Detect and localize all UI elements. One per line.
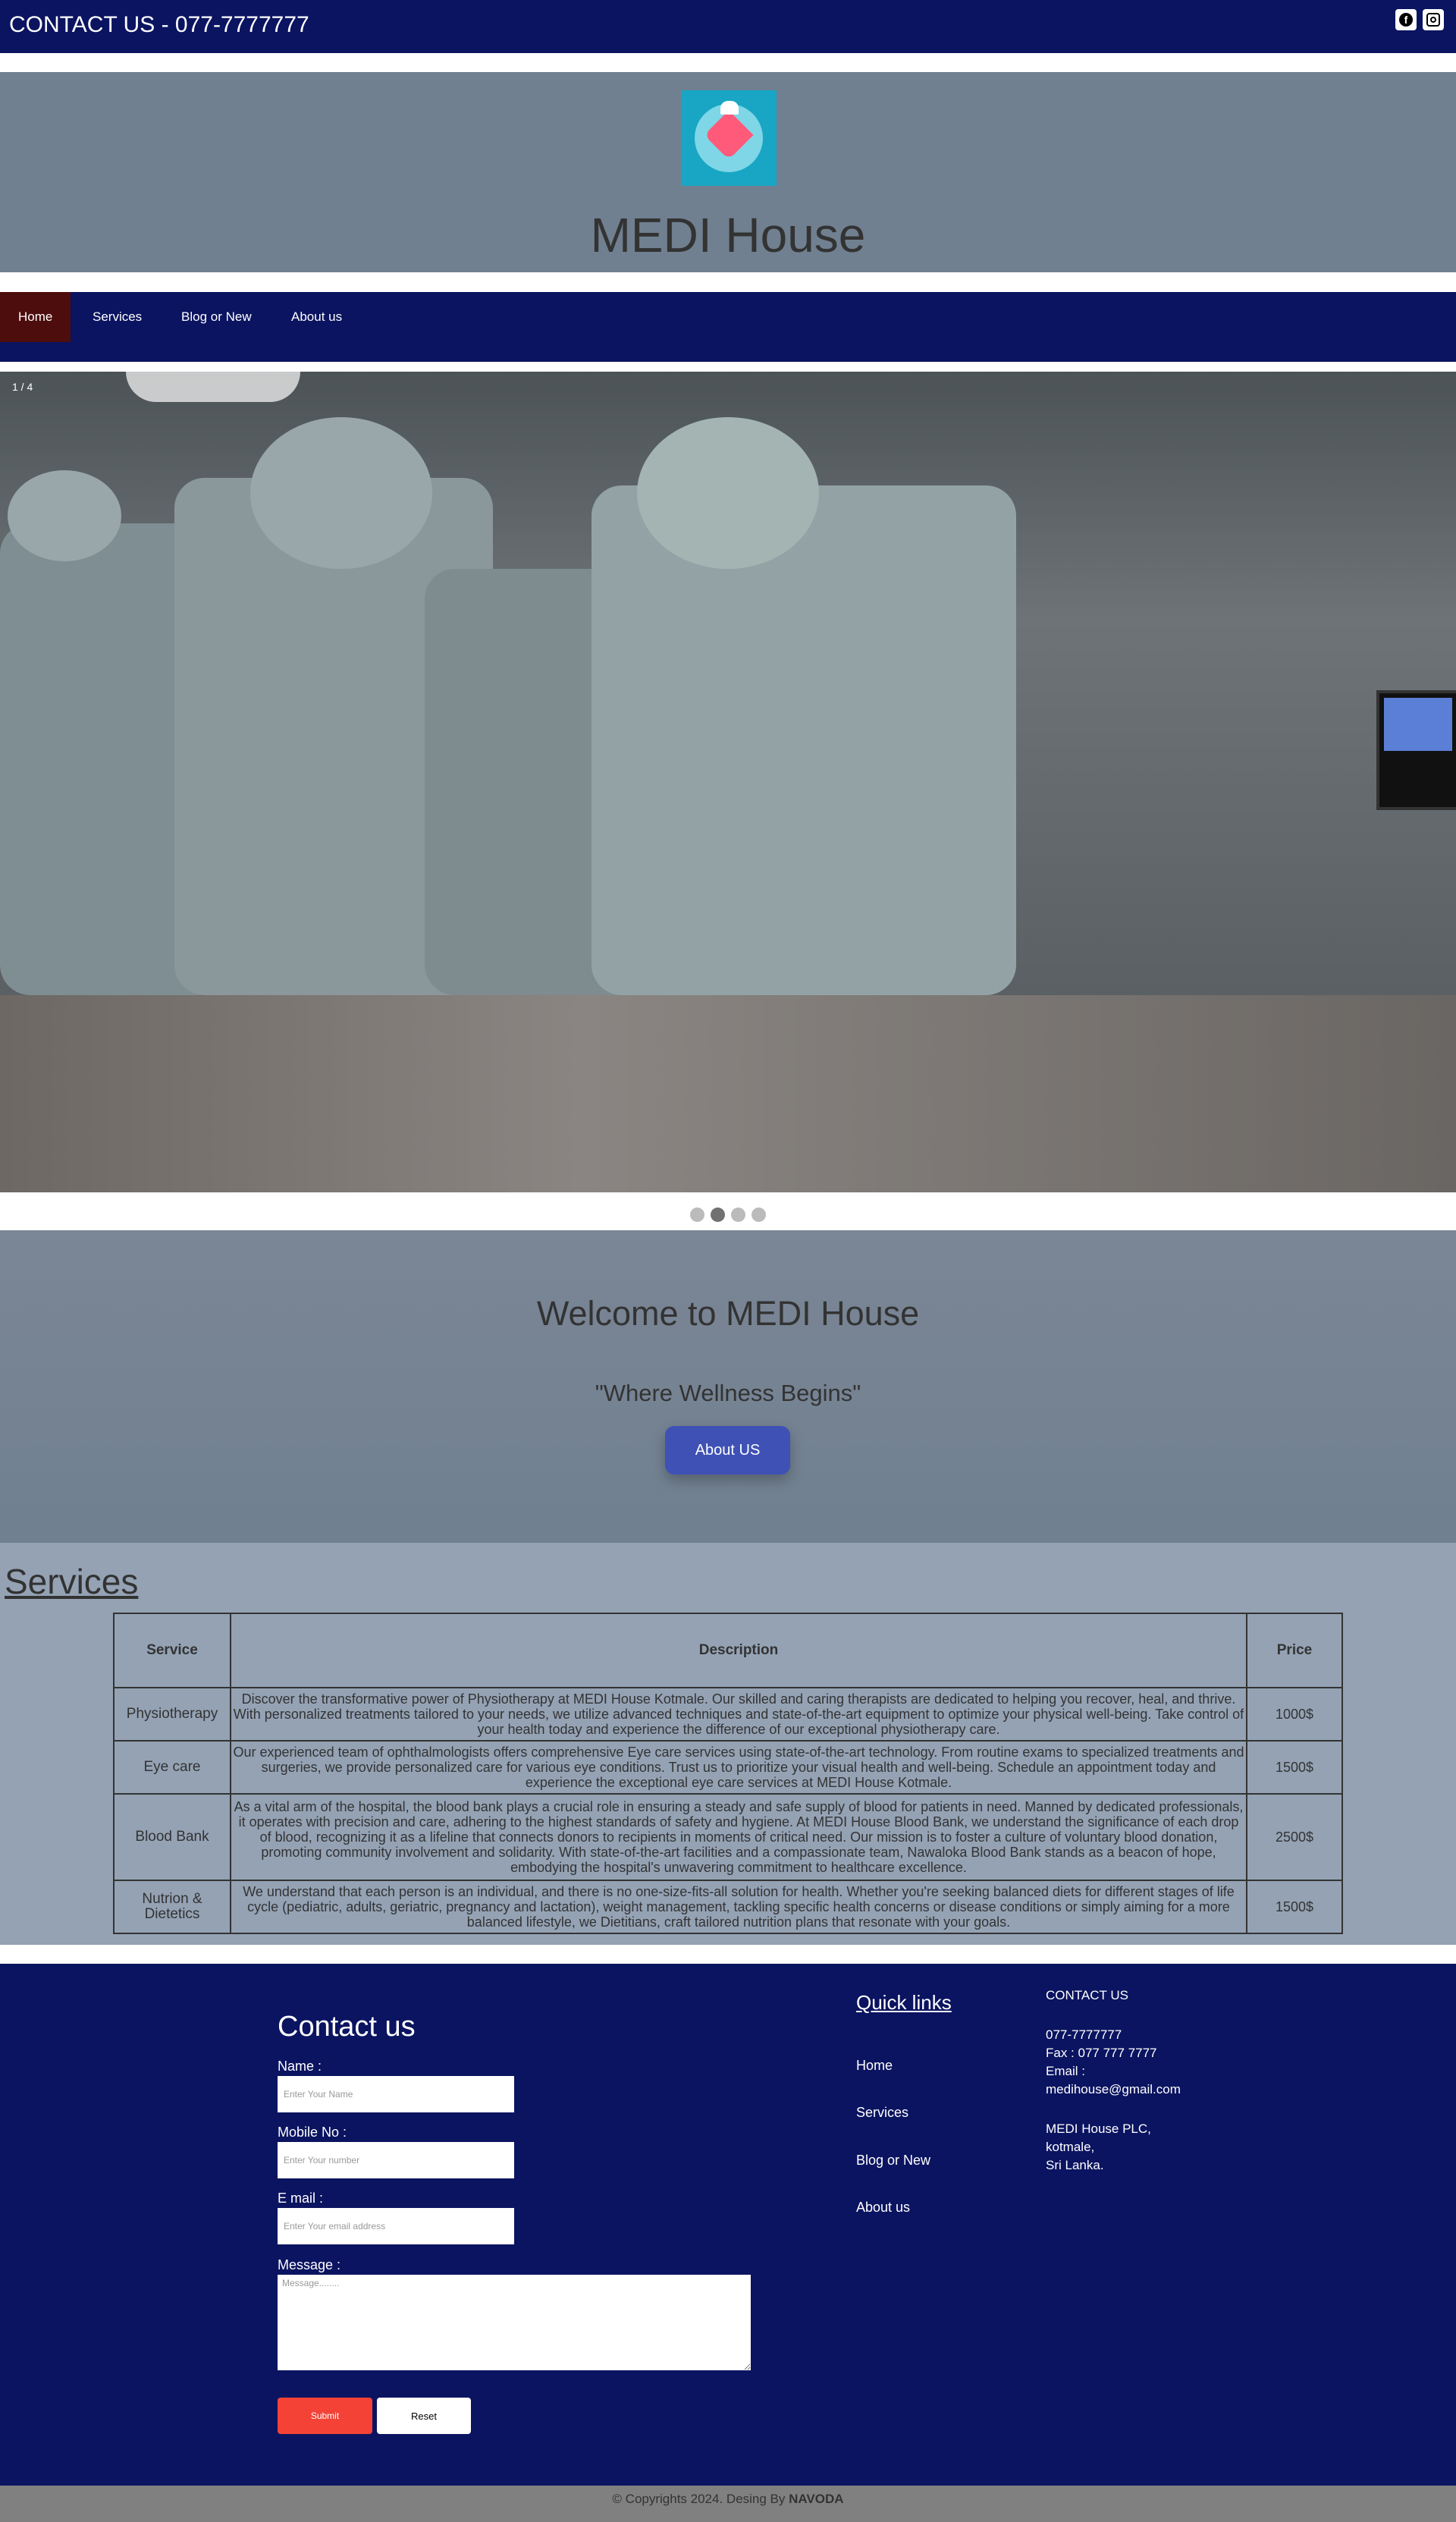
- mobile-input[interactable]: [278, 2142, 514, 2178]
- quick-link-services[interactable]: Services: [856, 2105, 908, 2121]
- contact-phone: 077-7777777: [1046, 2027, 1122, 2042]
- welcome-heading: Welcome to MEDI House: [536, 1294, 920, 1333]
- name-label: Name :: [278, 2059, 322, 2074]
- message-textarea[interactable]: [278, 2275, 751, 2370]
- address-line: kotmale,: [1046, 2140, 1095, 2154]
- quick-link-about[interactable]: About us: [856, 2200, 910, 2216]
- quick-link-home[interactable]: Home: [856, 2058, 893, 2074]
- about-us-button[interactable]: About US: [665, 1426, 790, 1475]
- slide-dot[interactable]: [731, 1208, 745, 1222]
- address-line: MEDI House PLC,: [1046, 2122, 1151, 2136]
- message-label: Message :: [278, 2257, 341, 2272]
- slide-dots: [0, 1208, 1456, 1226]
- reset-button[interactable]: Reset: [377, 2398, 471, 2434]
- service-name: Blood Bank: [113, 1793, 231, 1881]
- email-label: E mail :: [278, 2191, 324, 2206]
- service-name: Nutrion & Dietetics: [113, 1880, 231, 1934]
- table-row: Eye care Our experienced team of ophthal…: [113, 1740, 1343, 1795]
- quick-link-blog[interactable]: Blog or New: [856, 2153, 930, 2169]
- slide-dot[interactable]: [752, 1208, 766, 1222]
- copyright-bar: © Copyrights 2024. Desing By NAVODA: [0, 2486, 1456, 2522]
- top-contact-bar: CONTACT US - 077-7777777 f: [0, 0, 1456, 53]
- table-row: Nutrion & Dietetics We understand that e…: [113, 1880, 1343, 1934]
- service-price: 1000$: [1246, 1687, 1343, 1742]
- service-description: Our experienced team of ophthalmologists…: [230, 1740, 1247, 1795]
- facebook-icon[interactable]: f: [1395, 9, 1417, 30]
- services-title: Services: [5, 1562, 139, 1601]
- slide-image: [0, 372, 1456, 995]
- table-row: Physiotherapy Discover the transformativ…: [113, 1687, 1343, 1742]
- nav-item-home[interactable]: Home: [0, 292, 71, 342]
- services-section: Services Service Description Price Physi…: [0, 1543, 1456, 1945]
- instagram-icon[interactable]: [1423, 9, 1444, 30]
- contact-email-label: Email :: [1046, 2064, 1085, 2078]
- table-header-row: Service Description Price: [113, 1613, 1343, 1688]
- welcome-tagline: "Where Wellness Begins": [595, 1380, 861, 1406]
- service-price: 2500$: [1246, 1793, 1343, 1881]
- slide-image-lower: [0, 995, 1456, 1192]
- site-logo[interactable]: [681, 90, 777, 186]
- service-description: Discover the transformative power of Phy…: [230, 1687, 1247, 1742]
- service-name: Eye care: [113, 1740, 231, 1795]
- services-table: Service Description Price Physiotherapy …: [113, 1613, 1343, 1934]
- site-footer: Contact us Name : Mobile No : E mail : M…: [0, 1964, 1456, 2486]
- hero-slideshow[interactable]: 1 / 4: [0, 372, 1456, 1192]
- contact-info-title: CONTACT US: [1046, 1988, 1128, 2002]
- slide-dot[interactable]: [690, 1208, 704, 1222]
- service-description: As a vital arm of the hospital, the bloo…: [230, 1793, 1247, 1881]
- nav-item-about[interactable]: About us: [273, 292, 360, 342]
- service-name: Physiotherapy: [113, 1687, 231, 1742]
- col-header-price: Price: [1246, 1613, 1343, 1688]
- site-header: MEDI House: [0, 72, 1456, 272]
- contact-form-title: Contact us: [278, 2011, 416, 2043]
- col-header-description: Description: [230, 1613, 1247, 1688]
- address-line: Sri Lanka.: [1046, 2158, 1104, 2172]
- quick-links-title: Quick links: [856, 1991, 952, 2014]
- slide-counter: 1 / 4: [12, 381, 33, 393]
- nav-item-blog[interactable]: Blog or New: [163, 292, 270, 342]
- contact-email[interactable]: medihouse@gmail.com: [1046, 2081, 1181, 2099]
- service-description: We understand that each person is an ind…: [230, 1880, 1247, 1934]
- contact-fax: Fax : 077 777 7777: [1046, 2046, 1157, 2060]
- service-price: 1500$: [1246, 1740, 1343, 1795]
- mobile-label: Mobile No :: [278, 2125, 347, 2140]
- main-nav: Home Services Blog or New About us: [0, 292, 1456, 362]
- email-input[interactable]: [278, 2208, 514, 2244]
- nav-item-services[interactable]: Services: [74, 292, 160, 342]
- col-header-service: Service: [113, 1613, 231, 1688]
- site-title: MEDI House: [590, 208, 866, 262]
- service-price: 1500$: [1246, 1880, 1343, 1934]
- welcome-section: Welcome to MEDI House "Where Wellness Be…: [0, 1230, 1456, 1543]
- submit-button[interactable]: Submit: [278, 2398, 372, 2434]
- top-contact-text: CONTACT US - 077-7777777: [9, 12, 309, 37]
- copyright-text: © Copyrights 2024. Desing By: [612, 2492, 786, 2506]
- slide-dot-active[interactable]: [711, 1208, 725, 1222]
- table-row: Blood Bank As a vital arm of the hospita…: [113, 1793, 1343, 1881]
- name-input[interactable]: [278, 2076, 514, 2112]
- copyright-author: NAVODA: [789, 2492, 844, 2506]
